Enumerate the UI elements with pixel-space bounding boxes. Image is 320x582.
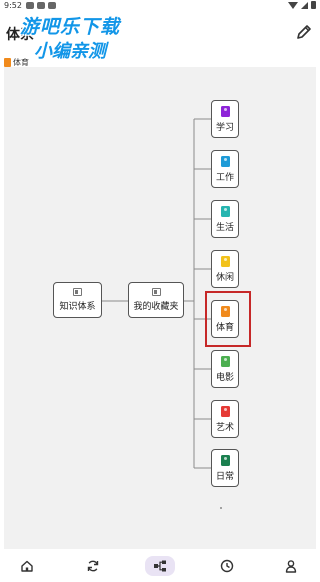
mindmap-canvas[interactable]: 知识体系 我的收藏夹 学习 工作 生活 休闲 体育 电影 艺术 日常: [4, 67, 316, 549]
mindmap-icon: [154, 560, 166, 572]
status-time: 9:52: [4, 1, 22, 10]
book-stack-icon: [73, 288, 82, 296]
category-label: 生活: [215, 222, 234, 233]
status-notification-icons: [26, 2, 56, 9]
book-icon: [220, 355, 230, 367]
notification-icon: [26, 2, 34, 9]
book-icon: [220, 105, 230, 117]
nav-mindmap-button[interactable]: [145, 556, 175, 576]
category-label: 工作: [215, 172, 234, 183]
home-icon: [21, 560, 33, 572]
category-node[interactable]: 学习: [211, 100, 239, 138]
book-icon: [220, 405, 230, 417]
book-icon: [220, 454, 230, 466]
category-node[interactable]: 日常: [211, 449, 239, 487]
root-node-label: 知识体系: [59, 302, 96, 312]
nav-home-button[interactable]: [16, 556, 38, 576]
category-label: 艺术: [215, 422, 234, 433]
category-node[interactable]: 休闲: [211, 250, 239, 288]
wifi-icon: [288, 1, 298, 9]
battery-icon: [311, 1, 316, 9]
selection-highlight: [205, 291, 251, 347]
category-label: 学习: [215, 122, 234, 133]
notification-icon: [37, 2, 45, 9]
category-label: 休闲: [215, 272, 234, 283]
category-node[interactable]: 生活: [211, 200, 239, 238]
bottom-nav: [0, 550, 320, 582]
canvas-dot: [220, 507, 222, 509]
category-node[interactable]: 艺术: [211, 400, 239, 438]
notification-icon: [48, 2, 56, 9]
edit-button[interactable]: [294, 22, 314, 42]
category-node[interactable]: 电影: [211, 350, 239, 388]
root-node[interactable]: 知识体系: [53, 282, 102, 318]
signal-icon: [301, 1, 308, 9]
refresh-icon: [87, 560, 99, 572]
pencil-icon: [297, 25, 311, 39]
status-bar: 9:52: [0, 0, 320, 12]
page-title: 体系: [6, 27, 34, 43]
clock-icon: [220, 559, 234, 573]
nav-history-button[interactable]: [216, 556, 238, 576]
book-icon: [4, 58, 11, 67]
book-icon: [220, 155, 230, 167]
nav-profile-button[interactable]: [280, 556, 302, 576]
favorites-node[interactable]: 我的收藏夹: [128, 282, 184, 318]
app-bar: 体系: [0, 12, 320, 54]
category-label: 电影: [215, 372, 234, 383]
category-node[interactable]: 工作: [211, 150, 239, 188]
book-icon: [220, 205, 230, 217]
profile-icon: [285, 560, 297, 573]
favorites-node-label: 我的收藏夹: [133, 302, 179, 312]
category-label: 日常: [215, 471, 234, 482]
nav-sync-button[interactable]: [82, 556, 104, 576]
book-stack-icon: [151, 288, 161, 296]
book-icon: [220, 255, 230, 267]
